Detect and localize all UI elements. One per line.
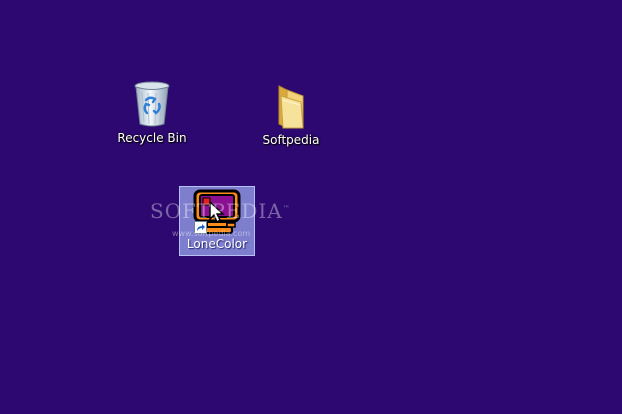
lonecolor-label: LoneColor <box>186 237 248 251</box>
softpedia-folder-desktop-icon[interactable]: Softpedia <box>252 82 330 147</box>
desktop[interactable]: Recycle Bin Softpedia LoneColor SOFTPEDI… <box>0 0 622 414</box>
recycle-bin-icon <box>134 81 170 127</box>
folder-icon <box>278 85 304 129</box>
recycle-bin-desktop-icon[interactable]: Recycle Bin <box>113 80 191 145</box>
softpedia-folder-label: Softpedia <box>262 133 320 147</box>
shortcut-arrow-icon <box>194 221 207 234</box>
lonecolor-shortcut-desktop-icon[interactable]: LoneColor <box>179 186 255 256</box>
recycle-bin-label: Recycle Bin <box>117 131 187 145</box>
watermark-trademark: ™ <box>282 204 291 213</box>
